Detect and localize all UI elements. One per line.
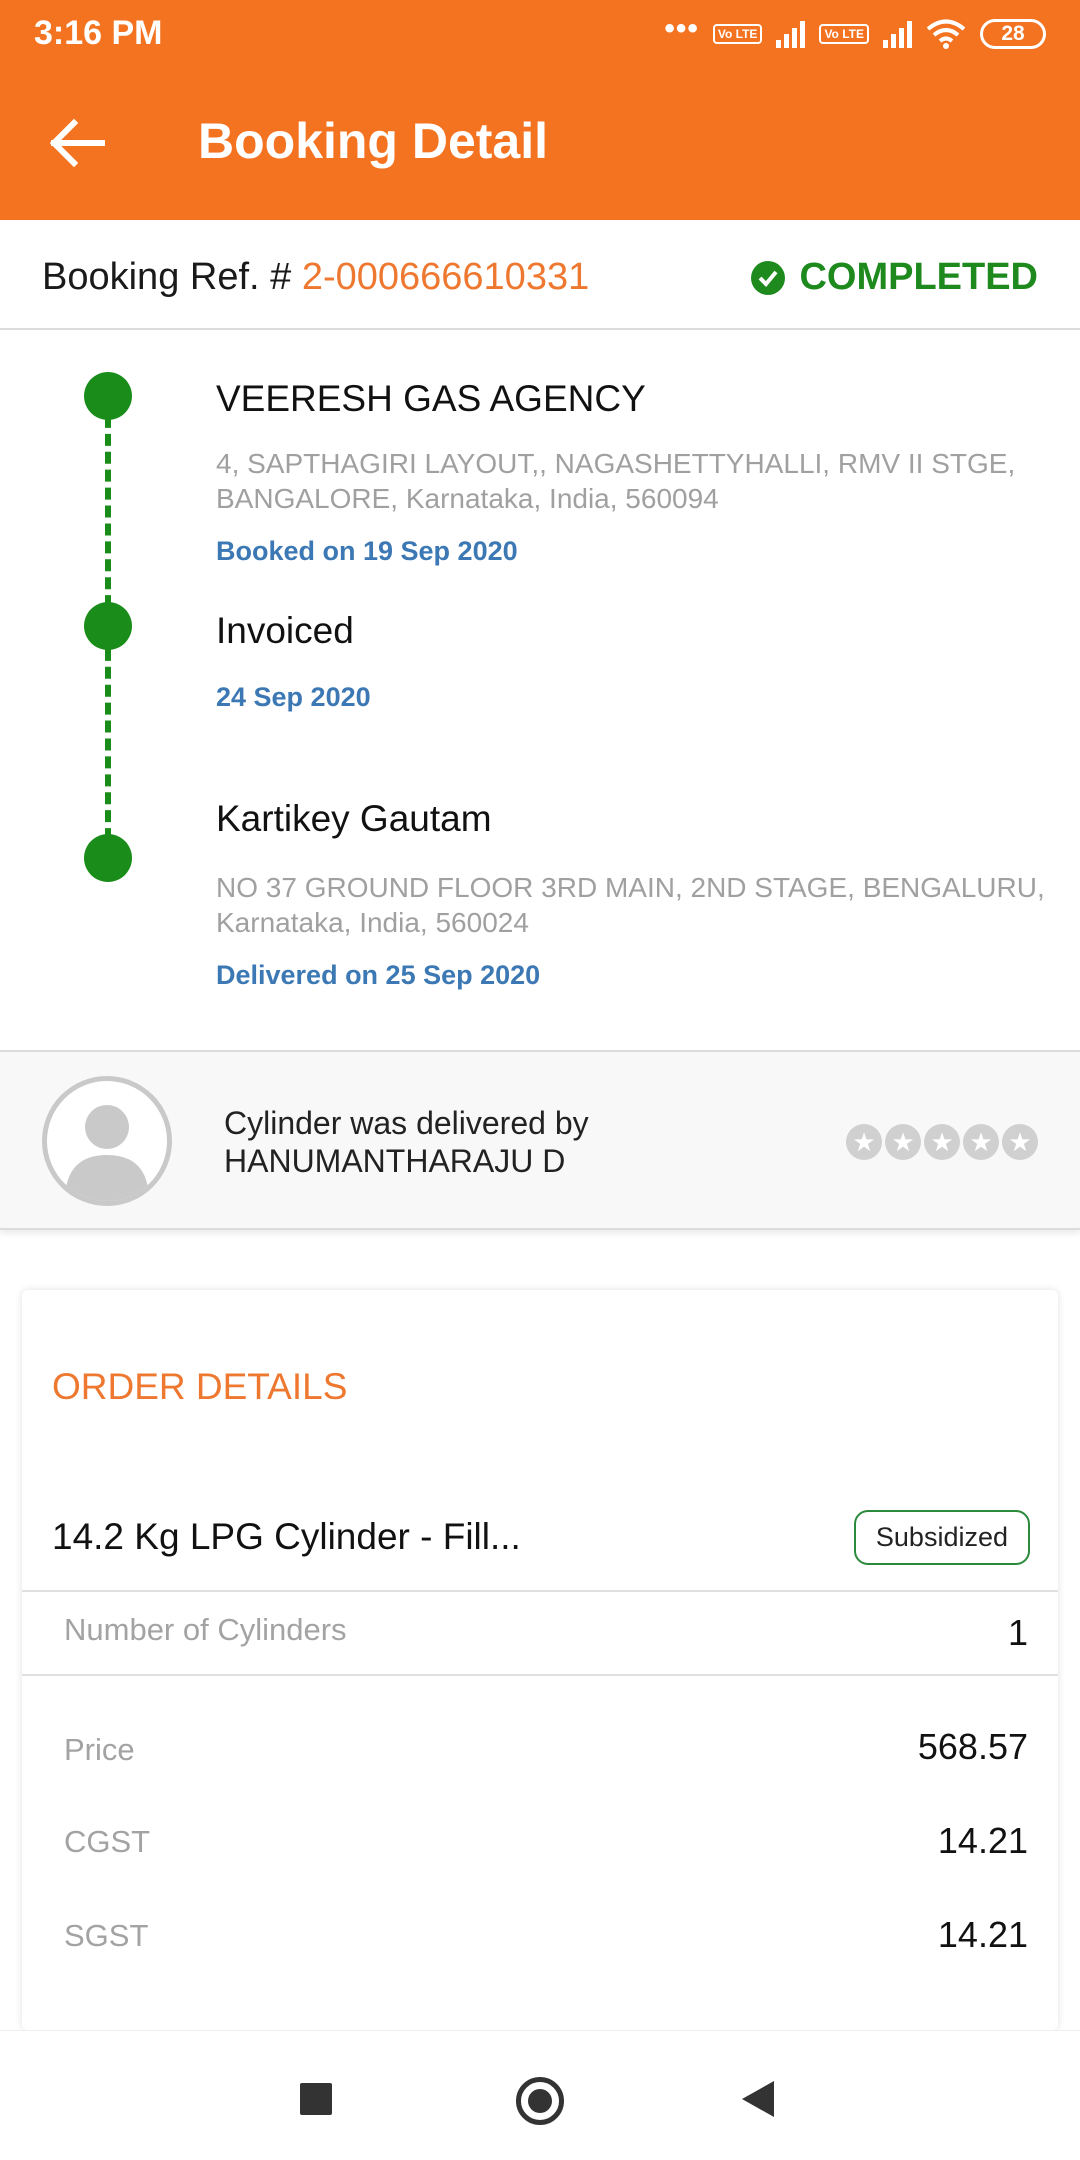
avatar (42, 1076, 172, 1206)
star-icon[interactable]: ★ (846, 1124, 882, 1160)
timeline-dot-delivered (84, 834, 132, 882)
user-placeholder-icon (65, 1105, 149, 1201)
arrow-left-icon[interactable] (50, 118, 106, 168)
timeline-address-agency: 4, SAPTHAGIRI LAYOUT,, NAGASHETTYHALLI, … (216, 448, 1016, 514)
delivery-person-name: HANUMANTHARAJU D (224, 1143, 566, 1179)
cgst-value: 14.21 (937, 1820, 1028, 1861)
timeline-date-booked: Booked on 19 Sep 2020 (216, 536, 518, 566)
timeline-address-customer: NO 37 GROUND FLOOR 3RD MAIN, 2ND STAGE, … (216, 872, 1045, 938)
divider (22, 1674, 1058, 1676)
volte-icon: Vo LTE (712, 24, 763, 44)
star-icon[interactable]: ★ (963, 1124, 999, 1160)
product-name: 14.2 Kg LPG Cylinder - Fill... (52, 1516, 521, 1557)
delivery-person-card: Cylinder was delivered by HANUMANTHARAJU… (0, 1050, 1080, 1230)
home-button[interactable] (516, 2077, 564, 2125)
price-value: 568.57 (917, 1726, 1028, 1767)
timeline-title-customer: Kartikey Gautam (216, 798, 492, 839)
booking-ref-prefix: Booking Ref. # (42, 256, 302, 298)
signal-icon (776, 20, 806, 48)
wifi-icon (926, 19, 966, 49)
cgst-label: CGST (64, 1824, 151, 1859)
status-bar: 3:16 PM ••• Vo LTE Vo LTE 28 (0, 0, 1080, 66)
timeline-dot-booked (84, 372, 132, 420)
delivered-by-label: Cylinder was delivered by (224, 1105, 589, 1141)
notification-dots-icon: ••• (664, 12, 699, 45)
booking-timeline: VEERESH GAS AGENCY 4, SAPTHAGIRI LAYOUT,… (0, 330, 1080, 1050)
system-nav-bar (0, 2030, 1080, 2160)
star-icon[interactable]: ★ (924, 1124, 960, 1160)
divider (22, 1590, 1058, 1592)
recents-button[interactable] (300, 2083, 332, 2115)
status-text: COMPLETED (799, 256, 1038, 298)
signal-icon-2 (883, 20, 912, 48)
page-title: Booking Detail (198, 113, 549, 169)
star-icon[interactable]: ★ (885, 1124, 921, 1160)
booking-ref-label: Booking Ref. # 2-000666610331 (42, 256, 589, 299)
battery-icon: 28 (980, 19, 1046, 49)
timeline-dot-invoiced (84, 602, 132, 650)
sgst-value: 14.21 (937, 1914, 1028, 1955)
booking-ref-row: Booking Ref. # 2-000666610331 COMPLETED (0, 220, 1080, 330)
cylinder-count-value: 1 (1007, 1612, 1028, 1653)
delivered-by-text: Cylinder was delivered by HANUMANTHARAJU… (224, 1104, 589, 1180)
order-details-heading: ORDER DETAILS (52, 1366, 348, 1407)
sgst-label: SGST (64, 1918, 149, 1953)
order-details-card: ORDER DETAILS 14.2 Kg LPG Cylinder - Fil… (22, 1290, 1058, 2030)
status-icons: ••• Vo LTE Vo LTE 28 (664, 12, 1046, 54)
app-bar: Booking Detail (0, 66, 1080, 220)
timeline-date-invoiced: 24 Sep 2020 (216, 682, 371, 712)
star-icon[interactable]: ★ (1002, 1124, 1038, 1160)
price-label: Price (64, 1732, 135, 1767)
back-button[interactable] (742, 2081, 774, 2117)
volte-icon-2: Vo LTE (819, 24, 869, 44)
timeline-date-delivered: Delivered on 25 Sep 2020 (216, 960, 541, 990)
check-circle-icon (751, 260, 786, 295)
timeline-title-invoiced: Invoiced (216, 610, 354, 651)
subsidized-badge: Subsidized (853, 1510, 1030, 1565)
rating-stars[interactable]: ★ ★ ★ ★ ★ (846, 1124, 1038, 1160)
cylinder-count-label: Number of Cylinders (64, 1612, 347, 1647)
booking-ref-number: 2-000666610331 (301, 256, 590, 298)
status-badge: COMPLETED (751, 256, 1038, 299)
status-time: 3:16 PM (34, 14, 163, 52)
timeline-title-agency: VEERESH GAS AGENCY (216, 378, 646, 419)
